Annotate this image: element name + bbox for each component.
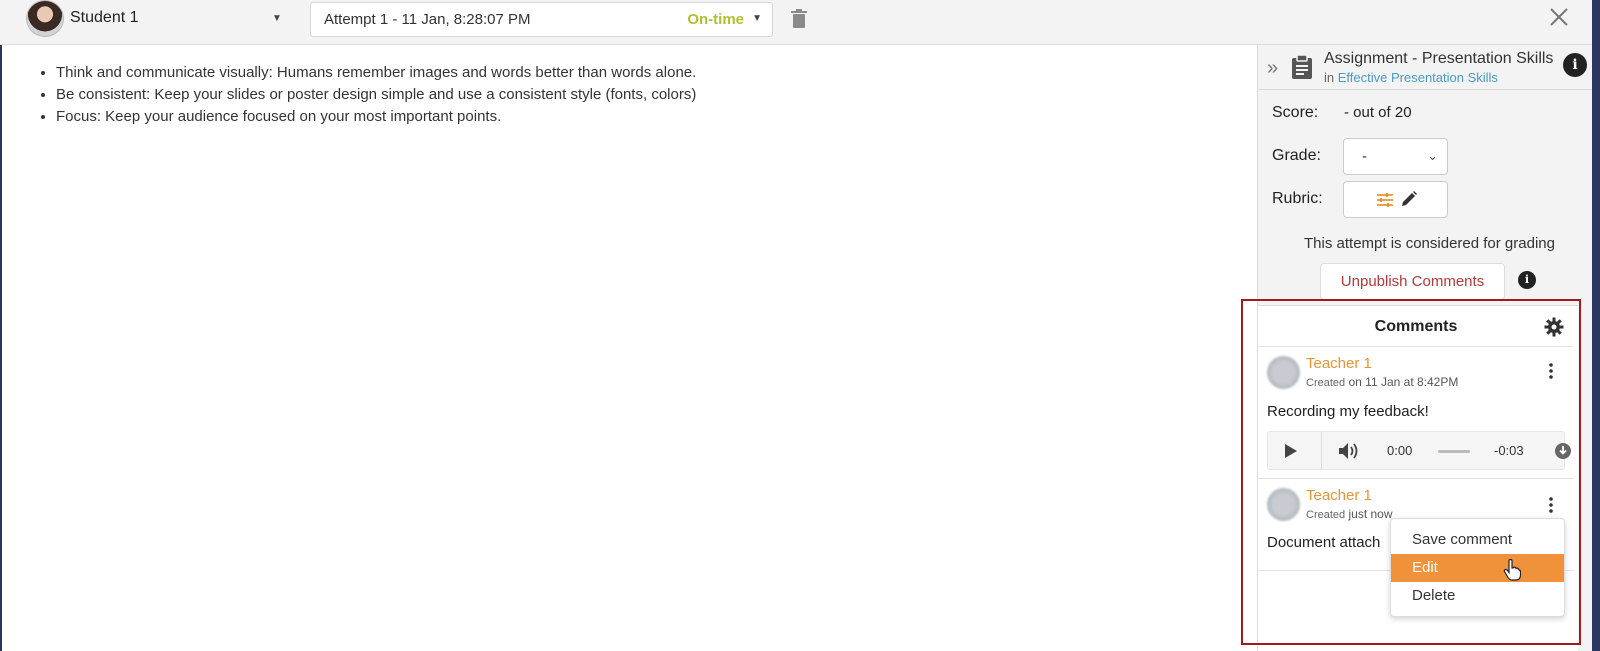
attempt-label: Attempt 1 - 11 Jan, 8:28:07 PM	[324, 11, 531, 28]
comments-title: Comments	[1374, 318, 1458, 335]
divider	[1258, 478, 1574, 479]
comment-date: Created on 11 Jan at 8:42PM	[1306, 375, 1458, 389]
close-icon[interactable]	[1548, 6, 1570, 28]
window-edge-left	[0, 0, 2, 651]
comment-context-menu: Save comment Edit Delete	[1390, 518, 1565, 617]
pencil-icon	[1402, 191, 1417, 206]
grading-top-bar: Student 1 ▼ Attempt 1 - 11 Jan, 8:28:07 …	[0, 0, 1600, 45]
more-vertical-icon[interactable]	[1548, 496, 1554, 514]
window-edge-right	[1592, 0, 1600, 651]
attempt-status-badge: On-time	[687, 11, 744, 28]
student-name[interactable]: Student 1	[70, 9, 139, 27]
menu-item-label: Edit	[1412, 559, 1438, 576]
audio-player: 0:00 -0:03	[1267, 431, 1571, 470]
info-icon[interactable]: i	[1518, 271, 1536, 289]
download-icon[interactable]	[1555, 443, 1571, 459]
sliders-icon	[1377, 193, 1393, 207]
course-link[interactable]: Effective Presentation Skills	[1338, 70, 1498, 85]
menu-item-save-comment[interactable]: Save comment	[1391, 526, 1564, 554]
comment-date: Created just now	[1306, 507, 1393, 521]
assignment-course: in Effective Presentation Skills	[1324, 70, 1498, 85]
grade-label: Grade:	[1272, 147, 1321, 164]
created-when: just now	[1348, 507, 1393, 521]
created-when: on 11 Jan at 8:42PM	[1348, 375, 1459, 389]
commenter-avatar	[1267, 356, 1300, 389]
hand-pointer-icon	[1503, 559, 1521, 581]
play-icon[interactable]	[1284, 443, 1298, 459]
created-prefix: Created	[1306, 509, 1346, 521]
menu-item-edit[interactable]: Edit	[1391, 554, 1564, 582]
divider	[1321, 432, 1322, 469]
student-avatar	[26, 0, 64, 37]
list-item: Focus: Keep your audience focused on you…	[56, 106, 696, 128]
divider	[1258, 346, 1574, 347]
score-value: - out of 20	[1344, 104, 1412, 121]
attempt-select[interactable]: Attempt 1 - 11 Jan, 8:28:07 PM On-time ▼	[310, 2, 773, 37]
attempt-dropdown-caret-icon: ▼	[752, 13, 762, 24]
info-icon[interactable]: i	[1563, 53, 1587, 77]
comment-author[interactable]: Teacher 1	[1306, 487, 1372, 504]
more-vertical-icon[interactable]	[1548, 362, 1554, 380]
comment-text: Document attach	[1267, 534, 1381, 551]
chevron-down-icon: ⌄	[1427, 148, 1438, 163]
submission-content-list: Think and communicate visually: Humans r…	[56, 62, 696, 128]
unpublish-comments-button[interactable]: Unpublish Comments	[1320, 263, 1505, 300]
assignment-title: Assignment - Presentation Skills	[1324, 50, 1554, 67]
double-chevron-right-icon[interactable]: »	[1267, 57, 1278, 80]
grade-value: -	[1362, 148, 1367, 165]
score-label: Score:	[1272, 104, 1319, 121]
gear-icon[interactable]	[1544, 317, 1564, 337]
menu-item-delete[interactable]: Delete	[1391, 582, 1564, 610]
audio-remaining-time: -0:03	[1494, 443, 1524, 458]
comment-text: Recording my feedback!	[1267, 403, 1429, 420]
comment-author[interactable]: Teacher 1	[1306, 355, 1372, 372]
audio-progress-track[interactable]	[1438, 450, 1470, 453]
list-item: Think and communicate visually: Humans r…	[56, 62, 696, 84]
grading-attempt-note: This attempt is considered for grading	[1304, 235, 1555, 252]
rubric-button[interactable]	[1343, 181, 1448, 218]
grade-select[interactable]: - ⌄	[1343, 138, 1448, 175]
commenter-avatar	[1267, 488, 1300, 521]
trash-icon[interactable]	[790, 9, 808, 29]
created-prefix: Created	[1306, 377, 1346, 389]
divider	[1258, 89, 1600, 90]
audio-current-time: 0:00	[1387, 443, 1413, 458]
student-dropdown-caret-icon[interactable]: ▼	[272, 13, 282, 24]
list-item: Be consistent: Keep your slides or poste…	[56, 84, 696, 106]
clipboard-icon	[1292, 54, 1312, 79]
rubric-label: Rubric:	[1272, 190, 1323, 207]
volume-icon[interactable]	[1338, 441, 1360, 461]
course-prefix: in	[1324, 70, 1335, 85]
